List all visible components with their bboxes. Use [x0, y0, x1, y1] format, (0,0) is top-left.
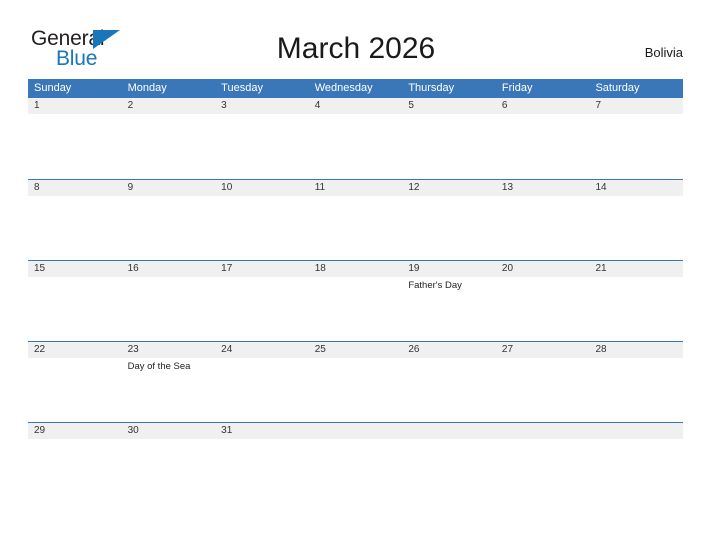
- day-cell[interactable]: 21: [589, 261, 683, 341]
- day-cell[interactable]: 9: [122, 180, 216, 260]
- day-cell[interactable]: 1: [28, 98, 122, 179]
- day-number: 21: [595, 263, 607, 274]
- calendar-week-row: 29 30 31: [28, 422, 683, 503]
- weekday-friday: Friday: [501, 82, 533, 94]
- day-cell[interactable]: 4: [309, 98, 403, 179]
- day-number: 26: [408, 344, 420, 355]
- day-number: 1: [34, 100, 40, 111]
- day-cell[interactable]: 29: [28, 423, 122, 503]
- day-number: 19: [408, 263, 420, 274]
- day-number: 22: [34, 344, 46, 355]
- day-cell[interactable]: 24: [215, 342, 309, 422]
- day-number: 15: [34, 263, 46, 274]
- day-cell[interactable]: 25: [309, 342, 403, 422]
- weekday-thursday: Thursday: [408, 82, 455, 94]
- week-cells: 15 16 17 18 19 Father's Day 20 21: [28, 261, 683, 341]
- day-number: 12: [408, 182, 420, 193]
- day-cell[interactable]: 2: [122, 98, 216, 179]
- day-number: 13: [501, 182, 514, 193]
- day-cell[interactable]: 20: [496, 261, 590, 341]
- day-number: 11: [314, 182, 326, 193]
- weekday-monday: Monday: [127, 82, 167, 94]
- day-events: Father's Day: [408, 277, 496, 292]
- day-cell[interactable]: 30: [122, 423, 216, 503]
- day-number: 24: [221, 344, 233, 355]
- day-cell-empty: [496, 423, 590, 503]
- country-label: Bolivia: [644, 45, 683, 60]
- day-number: 23: [127, 344, 139, 355]
- weekday-header-row: Sunday Monday Tuesday Wednesday Thursday…: [28, 79, 683, 98]
- day-cell[interactable]: 18: [309, 261, 403, 341]
- day-cell[interactable]: 31: [215, 423, 309, 503]
- day-cell[interactable]: 3: [215, 98, 309, 179]
- week-cells: 29 30 31: [28, 423, 683, 503]
- day-number: 7: [595, 100, 602, 111]
- day-number: 3: [221, 100, 227, 111]
- day-number: 30: [127, 425, 139, 436]
- day-number: 2: [127, 100, 134, 111]
- weekday-sunday: Sunday: [34, 82, 72, 94]
- day-cell[interactable]: 17: [215, 261, 309, 341]
- day-cell[interactable]: 19 Father's Day: [402, 261, 496, 341]
- day-number: 9: [127, 182, 134, 193]
- day-cell[interactable]: 11: [309, 180, 403, 260]
- day-cell[interactable]: 8: [28, 180, 122, 260]
- event-label: Father's Day: [408, 280, 462, 291]
- calendar-weeks: 1 2 3 4 5 6 7 8 9 10 11 12 13 14 15 16 17 18 19 Father's Da…: [28, 98, 683, 503]
- day-number: 20: [501, 263, 514, 274]
- week-cells: 8 9 10 11 12 13 14: [28, 180, 683, 260]
- calendar-week-row: 15 16 17 18 19 Father's Day 20 21: [28, 260, 683, 341]
- day-cell[interactable]: 27: [496, 342, 590, 422]
- day-number: 31: [221, 425, 233, 436]
- weekday-wednesday: Wednesday: [314, 82, 373, 94]
- calendar-week-row: 8 9 10 11 12 13 14: [28, 179, 683, 260]
- week-cells: 1 2 3 4 5 6 7: [28, 98, 683, 179]
- calendar-week-row: 1 2 3 4 5 6 7: [28, 98, 683, 179]
- day-cell[interactable]: 26: [402, 342, 496, 422]
- day-number: 28: [595, 344, 607, 355]
- day-cell[interactable]: 23 Day of the Sea: [122, 342, 216, 422]
- calendar-grid: Sunday Monday Tuesday Wednesday Thursday…: [28, 79, 683, 503]
- day-cell[interactable]: 6: [496, 98, 590, 179]
- day-events: Day of the Sea: [128, 358, 216, 373]
- day-cell[interactable]: 28: [589, 342, 683, 422]
- day-number: 16: [127, 263, 139, 274]
- day-number: 18: [314, 263, 326, 274]
- day-cell[interactable]: 10: [215, 180, 309, 260]
- day-number: 17: [221, 263, 233, 274]
- day-cell[interactable]: 12: [402, 180, 496, 260]
- day-cell[interactable]: 7: [589, 98, 683, 179]
- day-number: 6: [501, 100, 508, 111]
- page-header: General Blue March 2026 Bolivia: [0, 0, 712, 78]
- day-cell[interactable]: 14: [589, 180, 683, 260]
- day-cell[interactable]: 22: [28, 342, 122, 422]
- event-label: Day of the Sea: [127, 361, 191, 372]
- day-number: 8: [34, 182, 40, 193]
- day-number: 25: [314, 344, 326, 355]
- day-cell[interactable]: 15: [28, 261, 122, 341]
- day-number: 4: [314, 100, 321, 111]
- day-number: 10: [221, 182, 233, 193]
- day-cell-empty: [309, 423, 403, 503]
- day-cell[interactable]: 5: [402, 98, 496, 179]
- day-cell-empty: [402, 423, 496, 503]
- page-title: March 2026: [276, 32, 436, 65]
- day-number: 14: [595, 182, 607, 193]
- day-cell-empty: [589, 423, 683, 503]
- day-number: 29: [34, 425, 46, 436]
- calendar-week-row: 22 23 Day of the Sea 24 25 26 27 28: [28, 341, 683, 422]
- day-number: 5: [408, 100, 414, 111]
- day-cell[interactable]: 13: [496, 180, 590, 260]
- day-number: 27: [501, 344, 514, 355]
- week-cells: 22 23 Day of the Sea 24 25 26 27 28: [28, 342, 683, 422]
- day-cell[interactable]: 16: [122, 261, 216, 341]
- weekday-tuesday: Tuesday: [221, 82, 263, 94]
- weekday-saturday: Saturday: [595, 82, 640, 94]
